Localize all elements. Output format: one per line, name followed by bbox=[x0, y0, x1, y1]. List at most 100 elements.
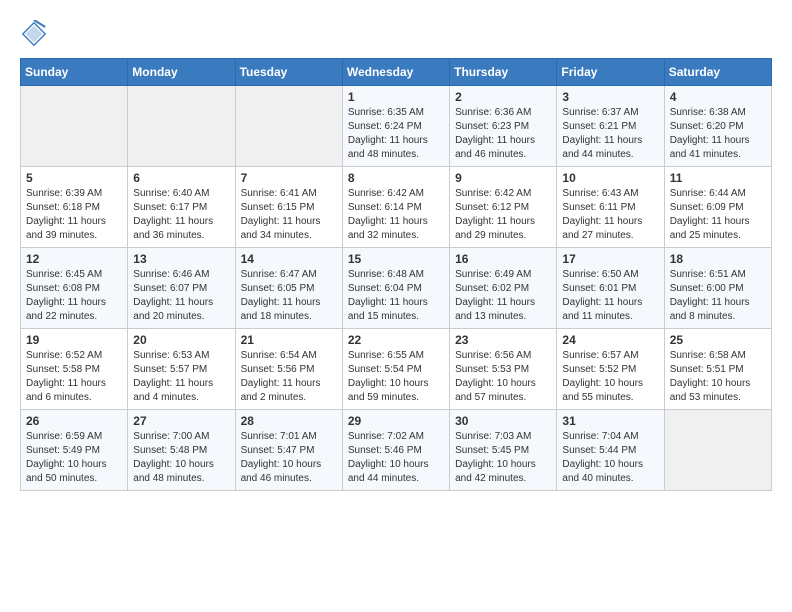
calendar-cell: 21Sunrise: 6:54 AM Sunset: 5:56 PM Dayli… bbox=[235, 329, 342, 410]
day-info: Sunrise: 6:35 AM Sunset: 6:24 PM Dayligh… bbox=[348, 106, 444, 162]
day-info: Sunrise: 6:41 AM Sunset: 6:15 PM Dayligh… bbox=[241, 187, 337, 243]
calendar-cell bbox=[235, 86, 342, 167]
day-number: 29 bbox=[348, 414, 444, 428]
calendar-cell: 17 Sunrise: 6:50 AM Sunset: 6:01 PM Dayli… bbox=[557, 248, 664, 329]
day-number: 23 bbox=[455, 333, 551, 347]
week-row-2: 5 Sunrise: 6:39 AM Sunset: 6:18 PM Daylig… bbox=[21, 167, 772, 248]
calendar-cell: 2 Sunrise: 6:36 AM Sunset: 6:23 PM Daylig… bbox=[450, 86, 557, 167]
day-number: 4 bbox=[670, 90, 766, 104]
col-header-sunday: Sunday bbox=[21, 59, 128, 86]
day-number: 22 bbox=[348, 333, 444, 347]
calendar-cell: 30 Sunrise: 7:03 AM Sunset: 5:45 PM Dayli… bbox=[450, 410, 557, 491]
day-number: 30 bbox=[455, 414, 551, 428]
day-number: 28 bbox=[241, 414, 337, 428]
day-info: Sunrise: 6:44 AM Sunset: 6:09 PM Dayligh… bbox=[670, 187, 766, 243]
day-number: 19 bbox=[26, 333, 122, 347]
logo bbox=[20, 20, 52, 48]
day-number: 20 bbox=[133, 333, 229, 347]
day-info: Sunrise: 6:52 AM Sunset: 5:58 PM Dayligh… bbox=[26, 349, 122, 405]
calendar-cell: 23 Sunrise: 6:56 AM Sunset: 5:53 PM Dayli… bbox=[450, 329, 557, 410]
calendar-cell: 20Sunrise: 6:53 AM Sunset: 5:57 PM Dayli… bbox=[128, 329, 235, 410]
calendar-cell: 1 Sunrise: 6:35 AM Sunset: 6:24 PM Daylig… bbox=[342, 86, 449, 167]
day-info: Sunrise: 6:47 AM Sunset: 6:05 PM Dayligh… bbox=[241, 268, 337, 324]
day-number: 14 bbox=[241, 252, 337, 266]
day-number: 7 bbox=[241, 171, 337, 185]
calendar-cell: 12Sunrise: 6:45 AM Sunset: 6:08 PM Dayli… bbox=[21, 248, 128, 329]
page-header bbox=[20, 20, 772, 48]
day-info: Sunrise: 7:02 AM Sunset: 5:46 PM Dayligh… bbox=[348, 430, 444, 486]
week-row-3: 12Sunrise: 6:45 AM Sunset: 6:08 PM Dayli… bbox=[21, 248, 772, 329]
day-info: Sunrise: 6:38 AM Sunset: 6:20 PM Dayligh… bbox=[670, 106, 766, 162]
calendar-cell: 19 Sunrise: 6:52 AM Sunset: 5:58 PM Dayli… bbox=[21, 329, 128, 410]
day-info: Sunrise: 6:50 AM Sunset: 6:01 PM Dayligh… bbox=[562, 268, 658, 324]
day-info: Sunrise: 6:56 AM Sunset: 5:53 PM Dayligh… bbox=[455, 349, 551, 405]
day-number: 10 bbox=[562, 171, 658, 185]
day-info: Sunrise: 7:00 AM Sunset: 5:48 PM Dayligh… bbox=[133, 430, 229, 486]
day-info: Sunrise: 6:42 AM Sunset: 6:12 PM Dayligh… bbox=[455, 187, 551, 243]
day-info: Sunrise: 6:54 AM Sunset: 5:56 PM Dayligh… bbox=[241, 349, 337, 405]
day-number: 26 bbox=[26, 414, 122, 428]
day-info: Sunrise: 6:49 AM Sunset: 6:02 PM Dayligh… bbox=[455, 268, 551, 324]
col-header-friday: Friday bbox=[557, 59, 664, 86]
day-number: 25 bbox=[670, 333, 766, 347]
calendar-cell: 15Sunrise: 6:48 AM Sunset: 6:04 PM Dayli… bbox=[342, 248, 449, 329]
calendar-cell: 28 Sunrise: 7:01 AM Sunset: 5:47 PM Dayli… bbox=[235, 410, 342, 491]
day-number: 27 bbox=[133, 414, 229, 428]
day-number: 11 bbox=[670, 171, 766, 185]
calendar-cell: 6Sunrise: 6:40 AM Sunset: 6:17 PM Daylig… bbox=[128, 167, 235, 248]
day-number: 8 bbox=[348, 171, 444, 185]
calendar-cell: 14 Sunrise: 6:47 AM Sunset: 6:05 PM Dayli… bbox=[235, 248, 342, 329]
day-info: Sunrise: 6:39 AM Sunset: 6:18 PM Dayligh… bbox=[26, 187, 122, 243]
day-number: 15 bbox=[348, 252, 444, 266]
week-row-5: 26 Sunrise: 6:59 AM Sunset: 5:49 PM Dayli… bbox=[21, 410, 772, 491]
day-info: Sunrise: 6:36 AM Sunset: 6:23 PM Dayligh… bbox=[455, 106, 551, 162]
calendar-cell: 5 Sunrise: 6:39 AM Sunset: 6:18 PM Daylig… bbox=[21, 167, 128, 248]
day-number: 1 bbox=[348, 90, 444, 104]
calendar-cell: 18 Sunrise: 6:51 AM Sunset: 6:00 PM Dayli… bbox=[664, 248, 771, 329]
day-info: Sunrise: 6:58 AM Sunset: 5:51 PM Dayligh… bbox=[670, 349, 766, 405]
calendar-header-row: SundayMondayTuesdayWednesdayThursdayFrid… bbox=[21, 59, 772, 86]
calendar-cell: 29 Sunrise: 7:02 AM Sunset: 5:46 PM Dayli… bbox=[342, 410, 449, 491]
calendar-cell: 11 Sunrise: 6:44 AM Sunset: 6:09 PM Dayli… bbox=[664, 167, 771, 248]
calendar-cell: 9 Sunrise: 6:42 AM Sunset: 6:12 PM Daylig… bbox=[450, 167, 557, 248]
calendar-cell: 8Sunrise: 6:42 AM Sunset: 6:14 PM Daylig… bbox=[342, 167, 449, 248]
calendar-cell bbox=[21, 86, 128, 167]
day-number: 31 bbox=[562, 414, 658, 428]
week-row-4: 19 Sunrise: 6:52 AM Sunset: 5:58 PM Dayli… bbox=[21, 329, 772, 410]
calendar-cell: 26 Sunrise: 6:59 AM Sunset: 5:49 PM Dayli… bbox=[21, 410, 128, 491]
calendar-table: SundayMondayTuesdayWednesdayThursdayFrid… bbox=[20, 58, 772, 491]
day-number: 13 bbox=[133, 252, 229, 266]
day-info: Sunrise: 7:01 AM Sunset: 5:47 PM Dayligh… bbox=[241, 430, 337, 486]
day-number: 3 bbox=[562, 90, 658, 104]
calendar-cell bbox=[664, 410, 771, 491]
week-row-1: 1 Sunrise: 6:35 AM Sunset: 6:24 PM Daylig… bbox=[21, 86, 772, 167]
col-header-thursday: Thursday bbox=[450, 59, 557, 86]
day-number: 18 bbox=[670, 252, 766, 266]
day-info: Sunrise: 6:45 AM Sunset: 6:08 PM Dayligh… bbox=[26, 268, 122, 324]
calendar-cell: 16 Sunrise: 6:49 AM Sunset: 6:02 PM Dayli… bbox=[450, 248, 557, 329]
day-info: Sunrise: 7:04 AM Sunset: 5:44 PM Dayligh… bbox=[562, 430, 658, 486]
day-info: Sunrise: 6:43 AM Sunset: 6:11 PM Dayligh… bbox=[562, 187, 658, 243]
day-info: Sunrise: 6:37 AM Sunset: 6:21 PM Dayligh… bbox=[562, 106, 658, 162]
col-header-wednesday: Wednesday bbox=[342, 59, 449, 86]
day-info: Sunrise: 6:40 AM Sunset: 6:17 PM Dayligh… bbox=[133, 187, 229, 243]
day-info: Sunrise: 6:51 AM Sunset: 6:00 PM Dayligh… bbox=[670, 268, 766, 324]
day-info: Sunrise: 6:59 AM Sunset: 5:49 PM Dayligh… bbox=[26, 430, 122, 486]
day-number: 17 bbox=[562, 252, 658, 266]
calendar-cell: 25 Sunrise: 6:58 AM Sunset: 5:51 PM Dayli… bbox=[664, 329, 771, 410]
calendar-cell: 4 Sunrise: 6:38 AM Sunset: 6:20 PM Daylig… bbox=[664, 86, 771, 167]
calendar-cell: 27 Sunrise: 7:00 AM Sunset: 5:48 PM Dayli… bbox=[128, 410, 235, 491]
day-info: Sunrise: 7:03 AM Sunset: 5:45 PM Dayligh… bbox=[455, 430, 551, 486]
calendar-cell bbox=[128, 86, 235, 167]
day-number: 2 bbox=[455, 90, 551, 104]
calendar-cell: 24Sunrise: 6:57 AM Sunset: 5:52 PM Dayli… bbox=[557, 329, 664, 410]
calendar-cell: 10 Sunrise: 6:43 AM Sunset: 6:11 PM Dayli… bbox=[557, 167, 664, 248]
day-number: 16 bbox=[455, 252, 551, 266]
col-header-monday: Monday bbox=[128, 59, 235, 86]
day-info: Sunrise: 6:46 AM Sunset: 6:07 PM Dayligh… bbox=[133, 268, 229, 324]
calendar-cell: 7 Sunrise: 6:41 AM Sunset: 6:15 PM Daylig… bbox=[235, 167, 342, 248]
day-number: 5 bbox=[26, 171, 122, 185]
day-number: 24 bbox=[562, 333, 658, 347]
day-number: 9 bbox=[455, 171, 551, 185]
col-header-saturday: Saturday bbox=[664, 59, 771, 86]
